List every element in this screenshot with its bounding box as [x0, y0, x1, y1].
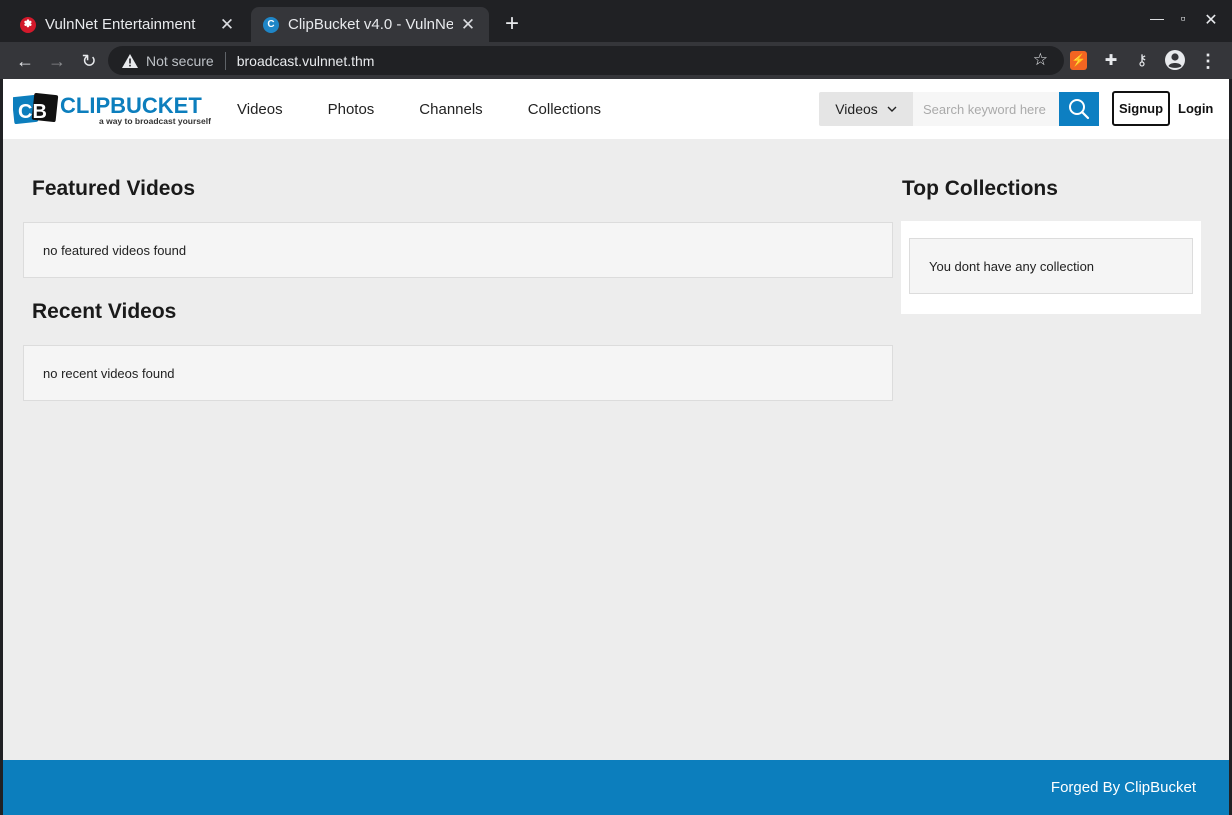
search-type-label: Videos [835, 101, 878, 117]
close-icon[interactable]: ✕ [218, 15, 236, 35]
vulnnet-favicon-icon: ✽ [20, 16, 36, 33]
url-text[interactable]: broadcast.vulnnet.thm [237, 53, 375, 69]
main-nav: Videos Photos Channels Collections [225, 79, 634, 139]
search-input[interactable] [913, 92, 1059, 126]
search-type-dropdown[interactable]: Videos [819, 92, 913, 126]
account-icon[interactable] [1164, 49, 1186, 71]
featured-videos-title: Featured Videos [32, 177, 195, 200]
search-bar: Videos [819, 92, 1099, 126]
nav-channels[interactable]: Channels [419, 101, 482, 118]
search-button[interactable] [1059, 92, 1099, 126]
logo-tagline: a way to broadcast yourself [99, 116, 211, 126]
chevron-down-icon [887, 106, 897, 112]
omnibox-divider [224, 51, 226, 70]
plus-icon[interactable]: + [500, 12, 524, 36]
signup-button[interactable]: Signup [1112, 91, 1170, 126]
minimize-icon[interactable]: — [1147, 10, 1167, 32]
arrow-left-icon[interactable]: ← [12, 48, 38, 74]
logo-name: CLIPBUCKET [60, 93, 202, 118]
web-page: CB CLIPBUCKET a way to broadcast yoursel… [3, 79, 1229, 815]
close-icon[interactable]: ✕ [459, 15, 477, 35]
recent-videos-empty: no recent videos found [23, 345, 893, 401]
recent-videos-title: Recent Videos [32, 300, 177, 323]
maximize-icon[interactable]: ▫ [1173, 10, 1193, 32]
search-icon [1069, 99, 1090, 120]
tab-vulnnet-entertainment[interactable]: ✽ VulnNet Entertainment ✕ [8, 7, 248, 42]
browser-toolbar: ← → ↻ Not secure broadcast.vulnnet.thm ☆… [0, 42, 1232, 79]
nav-photos[interactable]: Photos [328, 101, 375, 118]
burp-extension-icon[interactable]: ⚡ [1070, 51, 1087, 70]
featured-videos-empty: no featured videos found [23, 222, 893, 278]
tab-title: VulnNet Entertainment [45, 16, 196, 33]
puzzle-icon[interactable]: ✚ [1101, 51, 1121, 71]
key-icon[interactable]: ⚷ [1132, 51, 1152, 71]
tab-clipbucket[interactable]: C ClipBucket v4.0 - VulnNet ✕ [251, 7, 489, 42]
logo-mark: CB [18, 101, 47, 123]
site-header: CB CLIPBUCKET a way to broadcast yoursel… [3, 79, 1229, 139]
clipbucket-logo[interactable]: CB CLIPBUCKET a way to broadcast yoursel… [13, 91, 215, 129]
security-label[interactable]: Not secure [146, 53, 214, 69]
tab-title: ClipBucket v4.0 - VulnNet [288, 16, 453, 33]
arrow-right-icon[interactable]: → [44, 48, 70, 74]
top-collections-empty: You dont have any collection [909, 238, 1193, 294]
reload-icon[interactable]: ↻ [76, 48, 102, 74]
star-icon[interactable]: ☆ [1033, 50, 1048, 70]
window-close-icon[interactable]: ✕ [1201, 10, 1221, 32]
login-link[interactable]: Login [1178, 101, 1213, 116]
nav-collections[interactable]: Collections [528, 101, 601, 118]
site-footer: Forged By ClipBucket [3, 760, 1229, 815]
footer-credit: Forged By ClipBucket [1050, 779, 1196, 796]
address-bar[interactable]: Not secure broadcast.vulnnet.thm ☆ [108, 46, 1064, 75]
browser-tabstrip: ✽ VulnNet Entertainment ✕ C ClipBucket v… [0, 0, 1232, 42]
kebab-icon[interactable]: ⋮ [1198, 51, 1218, 71]
top-collections-title: Top Collections [902, 177, 1058, 200]
nav-videos[interactable]: Videos [237, 101, 283, 118]
warning-icon [122, 53, 138, 68]
clipbucket-favicon-icon: C [263, 16, 279, 33]
